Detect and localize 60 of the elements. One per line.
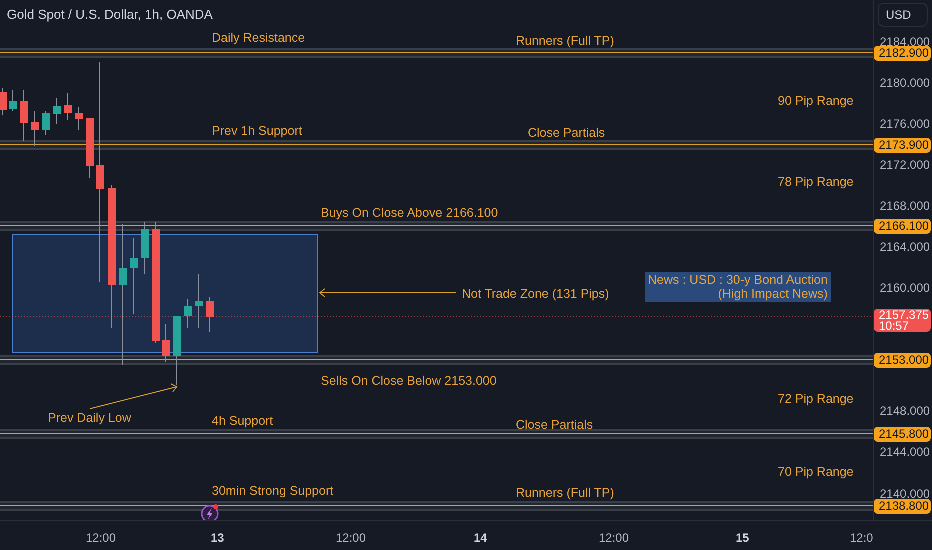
candle [162, 324, 170, 362]
zone-label: Not Trade Zone (131 Pips) [462, 287, 610, 301]
annotation-label: 72 Pip Range [778, 392, 854, 406]
candle [42, 110, 50, 136]
annotation-label: Sells On Close Below 2153.000 [321, 374, 497, 388]
time-tick: 13 [211, 530, 224, 547]
time-tick: 12:00 [86, 530, 116, 547]
candle [141, 222, 149, 274]
candle [20, 90, 28, 142]
annotation-label: Runners (Full TP) [516, 486, 614, 500]
annotation-label: 30min Strong Support [212, 484, 334, 498]
annotation-label: Daily Resistance [212, 31, 306, 45]
annotation-label: 90 Pip Range [778, 94, 854, 108]
annotation-label: Close Partials [516, 418, 594, 432]
candle [9, 90, 17, 112]
price-badge: 2166.100 [874, 219, 931, 234]
annotation-label: 78 Pip Range [778, 175, 854, 189]
candle [195, 274, 203, 328]
time-tick: 12:00 [336, 530, 366, 547]
chart-title: Gold Spot / U.S. Dollar, 1h, OANDA [7, 6, 213, 24]
price-tick: 2176.000 [880, 117, 930, 131]
price-badge: 2153.000 [874, 353, 931, 368]
candle [0, 88, 7, 116]
lightning-icon[interactable] [201, 504, 219, 520]
time-tick: 12:0 [850, 530, 874, 547]
current-price: 2157.375 [878, 309, 930, 321]
candle [206, 296, 214, 332]
price-tick: 2160.000 [880, 281, 930, 295]
price-tick: 2168.000 [880, 199, 930, 213]
price-tick: 2172.000 [880, 158, 930, 172]
price-tick: 2180.000 [880, 76, 930, 90]
annotation-label: Close Partials [528, 126, 606, 140]
price-tick: 2140.000 [880, 487, 930, 501]
time-tick: 14 [474, 530, 488, 547]
candle [64, 92, 72, 120]
price-tick: 2164.000 [880, 240, 930, 254]
annotation-label: Buys On Close Above 2166.100 [321, 206, 498, 220]
candle [173, 316, 181, 386]
price-tick: 2148.000 [880, 404, 930, 418]
annotation-label: 70 Pip Range [778, 465, 854, 479]
candle [86, 118, 94, 178]
price-badge: 2173.900 [874, 138, 931, 153]
annotation-label: Runners (Full TP) [516, 34, 614, 48]
time-tick: 12:00 [599, 530, 630, 547]
candle [184, 298, 192, 328]
price-badge: 2182.900 [874, 46, 931, 61]
price-badge: 2138.800 [874, 499, 931, 514]
countdown: 10:57 [878, 321, 910, 332]
price-tick: 2144.000 [880, 445, 930, 459]
news-label: News : USD : 30-y Bond Auction (High Impact News) [645, 272, 831, 302]
candle [31, 110, 39, 146]
candle [53, 98, 61, 124]
time-tick: 15 [736, 530, 750, 547]
price-badge: 2145.800 [874, 427, 931, 442]
candle [75, 106, 83, 130]
price-tick: 2184.000 [880, 35, 930, 49]
annotation-label: Prev Daily Low [48, 411, 132, 425]
currency-button[interactable]: USD [878, 3, 928, 27]
annotation-label: 4h Support [212, 414, 274, 428]
annotation-label: Prev 1h Support [212, 124, 302, 138]
